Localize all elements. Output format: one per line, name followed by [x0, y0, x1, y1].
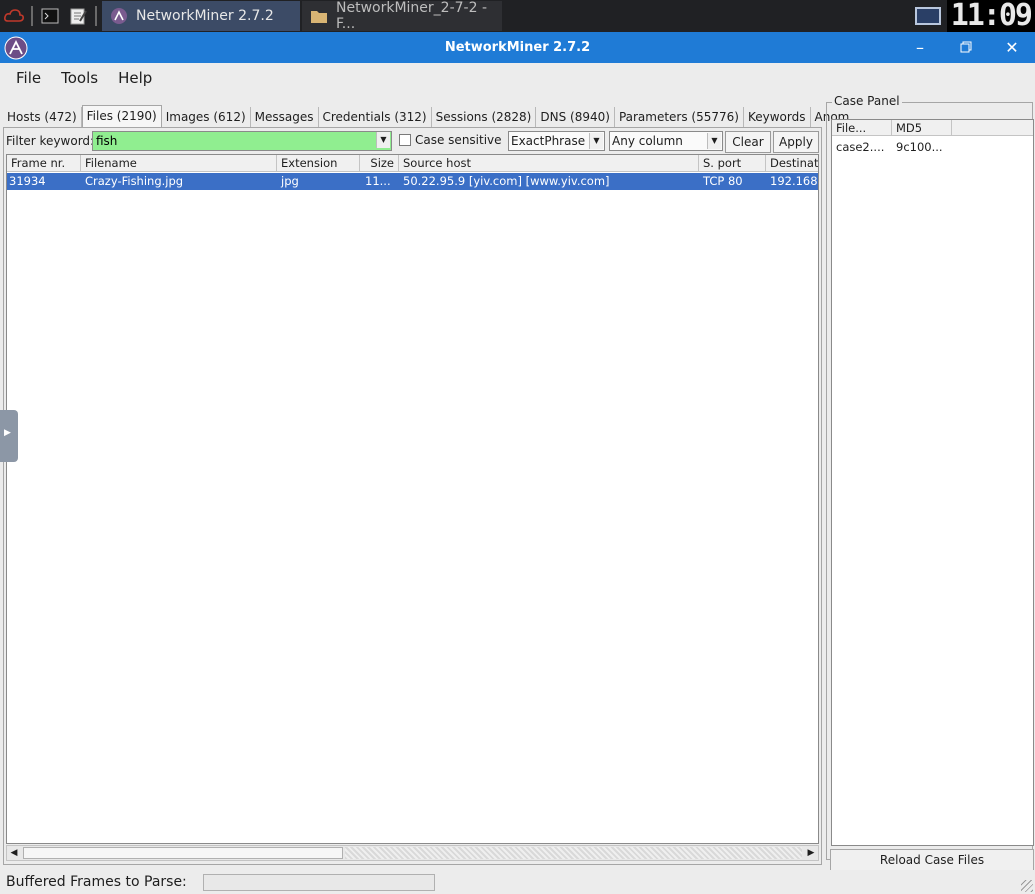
menubar: File Tools Help [0, 63, 1035, 93]
table-row[interactable]: 31934 Crazy-Fishing.jpg jpg 11... 50.22.… [7, 173, 818, 190]
main-panel: Hosts (472) Files (2190) Images (612) Me… [3, 105, 854, 865]
column-header-destination[interactable]: Destinat [766, 155, 818, 172]
task-networkminer[interactable]: NetworkMiner 2.7.2 [102, 1, 300, 31]
menu-help[interactable]: Help [108, 63, 162, 93]
cell-size: 11... [365, 174, 391, 188]
resize-grip-icon[interactable] [1021, 880, 1033, 892]
scroll-right-icon[interactable]: ▶ [804, 846, 818, 860]
tab-parameters[interactable]: Parameters (55776) [614, 107, 744, 127]
tab-files[interactable]: Files (2190) [81, 105, 162, 127]
buffered-frames-label: Buffered Frames to Parse: [6, 874, 187, 890]
files-tab-content: Filter keyword: ▼ Case sensitive ExactPh… [3, 127, 822, 865]
window-titlebar[interactable]: NetworkMiner 2.7.2 – ✕ [0, 32, 1035, 63]
case-file-md5[interactable]: 9c100... [896, 140, 943, 154]
tab-hosts[interactable]: Hosts (472) [3, 107, 82, 127]
filter-keyword-input[interactable] [92, 131, 392, 151]
cell-filename: Crazy-Fishing.jpg [85, 174, 184, 188]
column-header-extension[interactable]: Extension [277, 155, 360, 172]
column-scope-value: Any column [612, 134, 683, 148]
column-header-size[interactable]: Size [360, 155, 399, 172]
tab-sessions[interactable]: Sessions (2828) [431, 107, 537, 127]
status-bar: Buffered Frames to Parse: [0, 870, 1035, 894]
cloud-logo-icon[interactable] [0, 2, 28, 30]
case-list-header: File... MD5 [832, 120, 1033, 136]
task-label: NetworkMiner_2-7-2 - F... [336, 0, 487, 32]
clock[interactable]: 11:09 [946, 0, 1035, 32]
column-header-source-host[interactable]: Source host [399, 155, 699, 172]
task-file-manager[interactable]: NetworkMiner_2-7-2 - F... [302, 0, 502, 32]
cell-frame-nr: 31934 [9, 174, 46, 188]
chevron-down-icon[interactable]: ▼ [589, 133, 603, 149]
restore-icon[interactable] [951, 32, 981, 63]
taskbar: NetworkMiner 2.7.2 NetworkMiner_2-7-2 - … [0, 0, 1035, 32]
cell-source-host: 50.22.95.9 [yiv.com] [www.yiv.com] [403, 174, 610, 188]
text-editor-icon[interactable] [64, 2, 92, 30]
cell-destination: 192.168 [770, 174, 818, 188]
case-panel: File... MD5 case2.... 9c100... Reload Ca… [824, 94, 1035, 871]
case-file-name[interactable]: case2.... [836, 140, 884, 154]
taskbar-separator [31, 6, 33, 26]
scroll-left-icon[interactable]: ◀ [7, 846, 21, 860]
folder-icon [310, 7, 328, 25]
apply-button[interactable]: Apply [773, 131, 819, 153]
column-header-filename[interactable]: Filename [81, 155, 277, 172]
buffered-frames-progress [203, 874, 435, 891]
system-tray: 11:09 [914, 0, 1035, 32]
task-label: NetworkMiner 2.7.2 [136, 8, 274, 24]
table-header: Frame nr. Filename Extension Size Source… [7, 155, 818, 172]
horizontal-scrollbar[interactable]: ◀ ▶ [6, 845, 819, 861]
scrollbar-thumb[interactable] [23, 847, 343, 859]
case-sensitive-checkbox[interactable] [399, 134, 411, 146]
column-header-file[interactable]: File... [832, 120, 892, 136]
filter-keyword-label: Filter keyword: [6, 134, 95, 148]
chevron-down-icon[interactable]: ▼ [707, 133, 721, 149]
window-title: NetworkMiner 2.7.2 [444, 40, 591, 55]
case-sensitive-label: Case sensitive [415, 133, 502, 147]
scrollbar-track[interactable] [345, 847, 802, 859]
menu-tools[interactable]: Tools [51, 63, 108, 93]
side-panel-handle[interactable]: ▶ [0, 410, 18, 462]
expand-arrow-icon: ▶ [4, 428, 11, 438]
case-panel-frame: File... MD5 case2.... 9c100... Reload Ca… [826, 102, 1034, 871]
tab-images[interactable]: Images (612) [161, 107, 251, 127]
display-icon[interactable] [914, 7, 941, 25]
terminal-icon[interactable] [36, 2, 64, 30]
case-files-list: File... MD5 case2.... 9c100... [831, 119, 1034, 846]
tab-credentials[interactable]: Credentials (312) [318, 107, 432, 127]
networkminer-icon [110, 7, 128, 25]
case-panel-title: Case Panel [832, 94, 902, 108]
files-table: Frame nr. Filename Extension Size Source… [6, 154, 819, 844]
tab-messages[interactable]: Messages [250, 107, 319, 127]
column-header-source-port[interactable]: S. port [699, 155, 766, 172]
minimize-icon[interactable]: – [905, 32, 935, 63]
filter-row: Filter keyword: ▼ Case sensitive ExactPh… [6, 131, 819, 153]
taskbar-separator [95, 6, 97, 26]
column-header-frame-nr[interactable]: Frame nr. [7, 155, 81, 172]
match-mode-select[interactable]: ExactPhrase ▼ [508, 131, 605, 151]
match-mode-value: ExactPhrase [511, 134, 586, 148]
cell-extension: jpg [281, 174, 299, 188]
column-scope-select[interactable]: Any column ▼ [609, 131, 723, 151]
tab-keywords[interactable]: Keywords [743, 107, 811, 127]
cell-source-port: TCP 80 [703, 174, 743, 188]
clear-button[interactable]: Clear [725, 131, 771, 153]
column-header-md5[interactable]: MD5 [892, 120, 952, 136]
menu-file[interactable]: File [6, 63, 51, 93]
tab-strip: Hosts (472) Files (2190) Images (612) Me… [3, 105, 854, 127]
reload-case-files-button[interactable]: Reload Case Files [830, 849, 1034, 871]
tab-dns[interactable]: DNS (8940) [536, 107, 615, 127]
chevron-down-icon[interactable]: ▼ [376, 132, 390, 148]
close-icon[interactable]: ✕ [997, 32, 1027, 63]
